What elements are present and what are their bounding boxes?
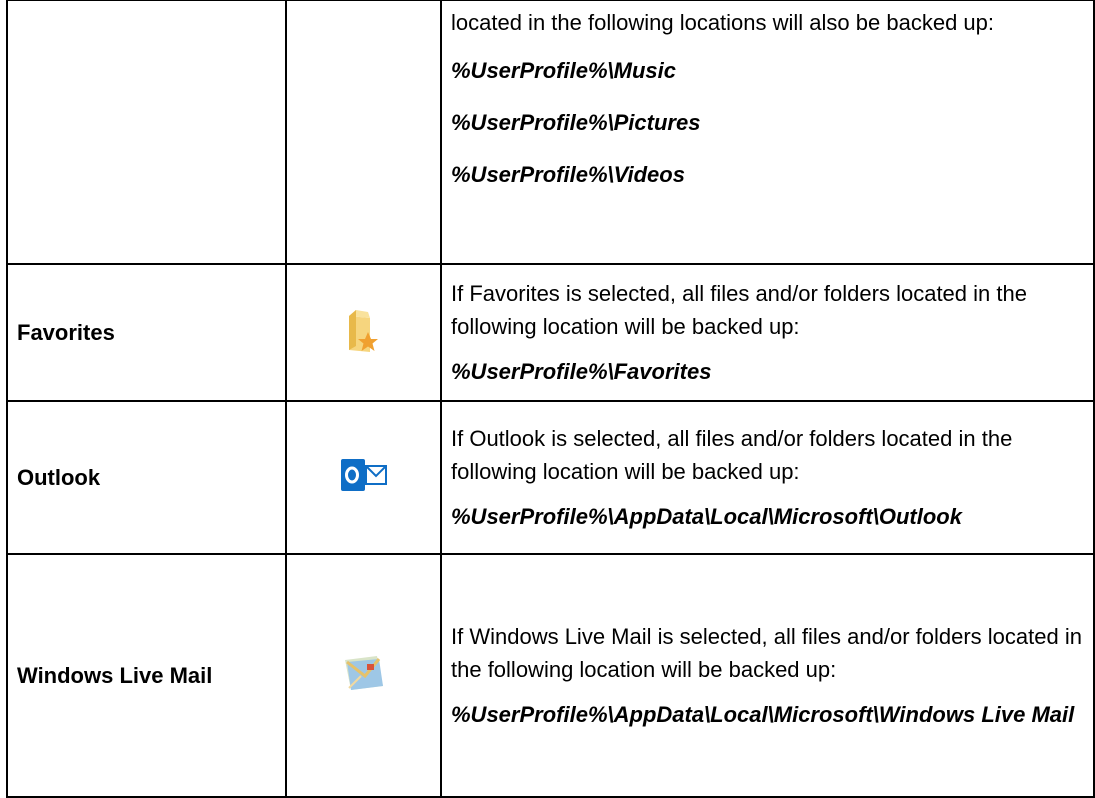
backup-path: %UserProfile%\Music — [451, 58, 676, 83]
item-name-cell: Outlook — [6, 400, 287, 555]
item-name: Outlook — [17, 464, 101, 490]
item-name-cell — [6, 0, 287, 265]
windows-live-mail-icon — [341, 652, 387, 699]
item-description-cell: If Windows Live Mail is selected, all fi… — [440, 553, 1095, 798]
table-row: Outlook If Outlook is selected, all file… — [6, 400, 1095, 555]
backup-path: %UserProfile%\Videos — [451, 162, 685, 187]
item-description-cell: If Favorites is selected, all files and/… — [440, 263, 1095, 402]
item-description: If Windows Live Mail is selected, all fi… — [451, 623, 1082, 682]
table-row: located in the following locations will … — [6, 0, 1095, 265]
item-icon-cell — [285, 0, 442, 265]
item-description: If Favorites is selected, all files and/… — [451, 281, 1027, 339]
outlook-icon — [339, 456, 389, 499]
item-name: Favorites — [17, 319, 115, 345]
table-row: Windows Live Mail If Windows Live Mail i… — [6, 553, 1095, 798]
item-name-cell: Windows Live Mail — [6, 553, 287, 798]
backup-path: %UserProfile%\AppData\Local\Microsoft\Ou… — [451, 504, 962, 529]
table-row: Favorites If Favorites is selected, all … — [6, 263, 1095, 402]
item-description: located in the following locations will … — [451, 10, 994, 35]
backup-path: %UserProfile%\AppData\Local\Microsoft\Wi… — [451, 701, 1075, 727]
backup-path: %UserProfile%\Favorites — [451, 359, 712, 384]
item-description-cell: located in the following locations will … — [440, 0, 1095, 265]
item-name-cell: Favorites — [6, 263, 287, 402]
item-icon-cell — [285, 263, 442, 402]
favorites-folder-icon — [346, 306, 382, 359]
item-description-cell: If Outlook is selected, all files and/or… — [440, 400, 1095, 555]
item-icon-cell — [285, 400, 442, 555]
backup-locations-table: located in the following locations will … — [6, 0, 1095, 798]
item-name: Windows Live Mail — [17, 662, 213, 688]
item-icon-cell — [285, 553, 442, 798]
backup-path: %UserProfile%\Pictures — [451, 110, 701, 135]
item-description: If Outlook is selected, all files and/or… — [451, 426, 1013, 484]
